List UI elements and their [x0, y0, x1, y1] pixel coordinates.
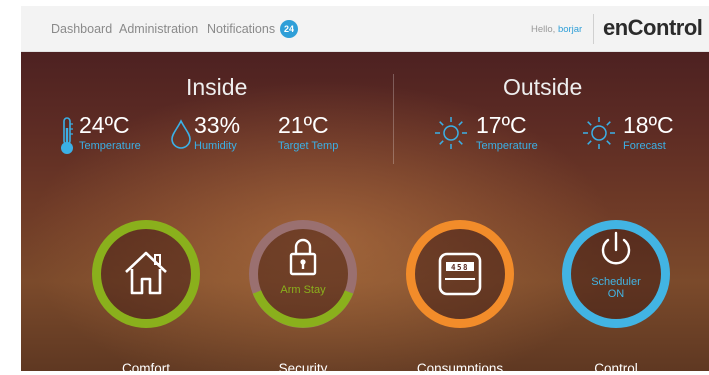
- security-status: Arm Stay: [280, 284, 326, 296]
- security-label[interactable]: Security: [233, 361, 373, 371]
- nav-notifications[interactable]: Notifications: [207, 22, 275, 36]
- consumptions-label[interactable]: Consumptions: [390, 361, 530, 371]
- inside-temperature-label: Temperature: [79, 140, 141, 152]
- inside-title: Inside: [186, 74, 248, 100]
- outside-title: Outside: [503, 74, 583, 100]
- sun-icon: [435, 117, 467, 149]
- consumptions-tile[interactable]: 458: [404, 218, 516, 330]
- water-drop-icon: [171, 119, 191, 149]
- logo-divider: [593, 14, 594, 44]
- control-label[interactable]: Control: [546, 361, 686, 371]
- outside-temperature-label: Temperature: [476, 140, 538, 152]
- scheduler-status-line2: ON: [607, 288, 625, 300]
- dashboard-panel: Inside Outside 24ºC Temperature 33% Humi…: [21, 52, 709, 371]
- nav-dashboard[interactable]: Dashboard: [51, 22, 112, 36]
- inside-humidity-label: Humidity: [194, 140, 237, 152]
- username-link[interactable]: borjar: [558, 24, 582, 35]
- house-icon: [125, 251, 167, 295]
- app-logo[interactable]: enControl: [603, 15, 703, 41]
- top-navbar: Dashboard Administration Notifications 2…: [21, 6, 709, 52]
- section-divider: [393, 74, 394, 164]
- user-greeting: Hello, borjar: [531, 24, 582, 35]
- target-temp-value[interactable]: 21ºC: [278, 112, 329, 139]
- forecast-value: 18ºC: [623, 112, 674, 138]
- outside-temperature-value: 17ºC: [476, 112, 527, 138]
- scheduler-status-line1: Scheduler: [591, 276, 641, 288]
- comfort-label[interactable]: Comfort: [76, 361, 216, 371]
- padlock-icon: [289, 238, 317, 276]
- greeting-text: Hello,: [531, 24, 556, 35]
- meter-icon: [438, 252, 482, 296]
- notification-count-badge[interactable]: 24: [280, 20, 298, 38]
- thermometer-icon: [61, 117, 73, 154]
- logo-text: enControl: [603, 15, 703, 40]
- inside-temperature-value: 24ºC: [79, 112, 130, 138]
- sun-forecast-icon: [583, 117, 615, 149]
- security-tile[interactable]: Arm Stay: [247, 218, 359, 330]
- power-icon: [601, 231, 631, 265]
- nav-administration[interactable]: Administration: [119, 22, 198, 36]
- control-tile[interactable]: Scheduler ON: [560, 218, 672, 330]
- comfort-tile[interactable]: [90, 218, 202, 330]
- app-frame: Dashboard Administration Notifications 2…: [21, 6, 709, 371]
- inside-humidity-value: 33%: [194, 112, 241, 138]
- forecast-label: Forecast: [623, 140, 666, 152]
- target-temp-label: Target Temp: [278, 140, 339, 152]
- meter-digits: 458: [450, 263, 470, 272]
